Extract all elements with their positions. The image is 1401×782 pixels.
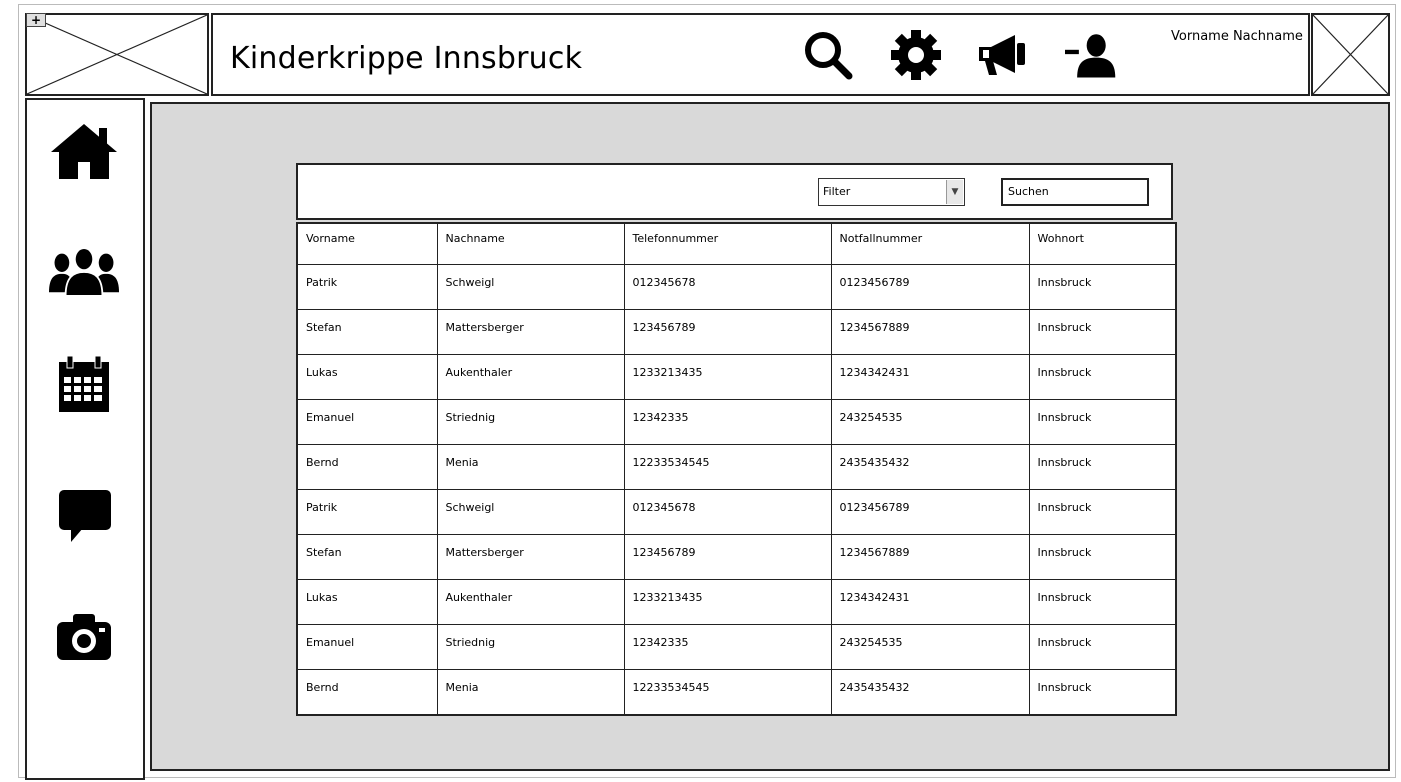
table-cell: 012345678 <box>623 489 832 535</box>
table-cell: Striednig <box>436 624 625 670</box>
table-row[interactable]: Patrik Schweigl 012345678 0123456789 Innsbru… <box>296 264 1177 310</box>
table-header-row: Vorname Nachname Telefonnummer Notfallnu… <box>296 222 1177 265</box>
search-icon[interactable] <box>802 29 854 81</box>
table-cell: Aukenthaler <box>436 354 625 400</box>
megaphone-icon[interactable] <box>975 29 1027 81</box>
header-bar: Kinderkrippe Innsbruck Vorname Nachname <box>211 13 1310 96</box>
table-cell: 1233213435 <box>623 354 832 400</box>
table-row[interactable]: Lukas Aukenthaler 1233213435 1234342431 Inns… <box>296 354 1177 400</box>
user-icon[interactable] <box>1065 29 1117 81</box>
table-row[interactable]: Bernd Menia 12233534545 2435435432 Innsbruck <box>296 444 1177 490</box>
table-cell: Patrik <box>296 489 438 535</box>
table-cell: 012345678 <box>623 264 832 310</box>
table-cell: 123456789 <box>623 309 832 355</box>
add-tag-button[interactable]: + <box>26 13 46 27</box>
gear-icon[interactable] <box>890 29 942 81</box>
table-cell: Bernd <box>296 669 438 716</box>
column-header[interactable]: Nachname <box>436 222 625 265</box>
chat-icon[interactable] <box>49 486 119 546</box>
sidebar <box>25 98 145 780</box>
table-row[interactable]: Stefan Mattersberger 123456789 1234567889 In… <box>296 534 1177 580</box>
table-cell: Innsbruck <box>1028 534 1177 580</box>
table-cell: Lukas <box>296 579 438 625</box>
logo-placeholder <box>25 13 209 96</box>
table-row[interactable]: Emanuel Striednig 12342335 243254535 Innsbru… <box>296 399 1177 445</box>
table-cell: Innsbruck <box>1028 489 1177 535</box>
table-cell: Innsbruck <box>1028 354 1177 400</box>
table-cell: Emanuel <box>296 399 438 445</box>
table-cell: Menia <box>436 444 625 490</box>
table-cell: Bernd <box>296 444 438 490</box>
table-cell: 1234342431 <box>830 579 1030 625</box>
table-cell: 12233534545 <box>623 669 832 716</box>
calendar-icon[interactable] <box>49 354 119 414</box>
table-cell: 1233213435 <box>623 579 832 625</box>
table-cell: 1234342431 <box>830 354 1030 400</box>
table-cell: Lukas <box>296 354 438 400</box>
table-cell: Innsbruck <box>1028 264 1177 310</box>
table-cell: Patrik <box>296 264 438 310</box>
filter-dropdown[interactable]: Filter ▼ <box>818 178 965 206</box>
table-cell: 1234567889 <box>830 534 1030 580</box>
table-cell: Striednig <box>436 399 625 445</box>
column-header[interactable]: Telefonnummer <box>623 222 832 265</box>
table-cell: Innsbruck <box>1028 444 1177 490</box>
home-icon[interactable] <box>49 122 119 182</box>
group-icon[interactable] <box>49 242 119 302</box>
table-cell: 2435435432 <box>830 669 1030 716</box>
camera-icon[interactable] <box>49 608 119 668</box>
table-cell: Innsbruck <box>1028 624 1177 670</box>
column-header[interactable]: Vorname <box>296 222 438 265</box>
table-cell: Innsbruck <box>1028 309 1177 355</box>
table-cell: 12233534545 <box>623 444 832 490</box>
table-cell: Innsbruck <box>1028 399 1177 445</box>
table-cell: 12342335 <box>623 624 832 670</box>
table-row[interactable]: Lukas Aukenthaler 1233213435 1234342431 Inns… <box>296 579 1177 625</box>
table-cell: Menia <box>436 669 625 716</box>
table-cell: 0123456789 <box>830 264 1030 310</box>
table-cell: 243254535 <box>830 399 1030 445</box>
user-name[interactable]: Vorname Nachname <box>1171 29 1303 44</box>
table-cell: 12342335 <box>623 399 832 445</box>
filter-label: Filter <box>823 185 851 198</box>
table-cell: 123456789 <box>623 534 832 580</box>
avatar[interactable] <box>1311 13 1390 96</box>
table-row[interactable]: Stefan Mattersberger 123456789 1234567889 In… <box>296 309 1177 355</box>
table-cell: 0123456789 <box>830 489 1030 535</box>
chevron-down-icon[interactable]: ▼ <box>946 180 963 204</box>
table-row[interactable]: Patrik Schweigl 012345678 0123456789 Innsbru… <box>296 489 1177 535</box>
table-row[interactable]: Emanuel Striednig 12342335 243254535 Innsbru… <box>296 624 1177 670</box>
table-cell: Emanuel <box>296 624 438 670</box>
search-input[interactable]: Suchen <box>1001 178 1149 206</box>
table-cell: Mattersberger <box>436 309 625 355</box>
table-row[interactable]: Bernd Menia 12233534545 2435435432 Innsbruck <box>296 669 1177 716</box>
table-cell: Stefan <box>296 534 438 580</box>
table-cell: Innsbruck <box>1028 669 1177 716</box>
table-cell: Schweigl <box>436 489 625 535</box>
table-cell: Innsbruck <box>1028 579 1177 625</box>
table-cell: Stefan <box>296 309 438 355</box>
children-table: Vorname Nachname Telefonnummer Notfallnu… <box>296 222 1177 716</box>
table-cell: Mattersberger <box>436 534 625 580</box>
page-title: Kinderkrippe Innsbruck <box>230 41 583 76</box>
table-cell: Schweigl <box>436 264 625 310</box>
table-cell: 1234567889 <box>830 309 1030 355</box>
table-cell: Aukenthaler <box>436 579 625 625</box>
table-cell: 2435435432 <box>830 444 1030 490</box>
table-cell: 243254535 <box>830 624 1030 670</box>
column-header[interactable]: Wohnort <box>1028 222 1177 265</box>
column-header[interactable]: Notfallnummer <box>830 222 1030 265</box>
